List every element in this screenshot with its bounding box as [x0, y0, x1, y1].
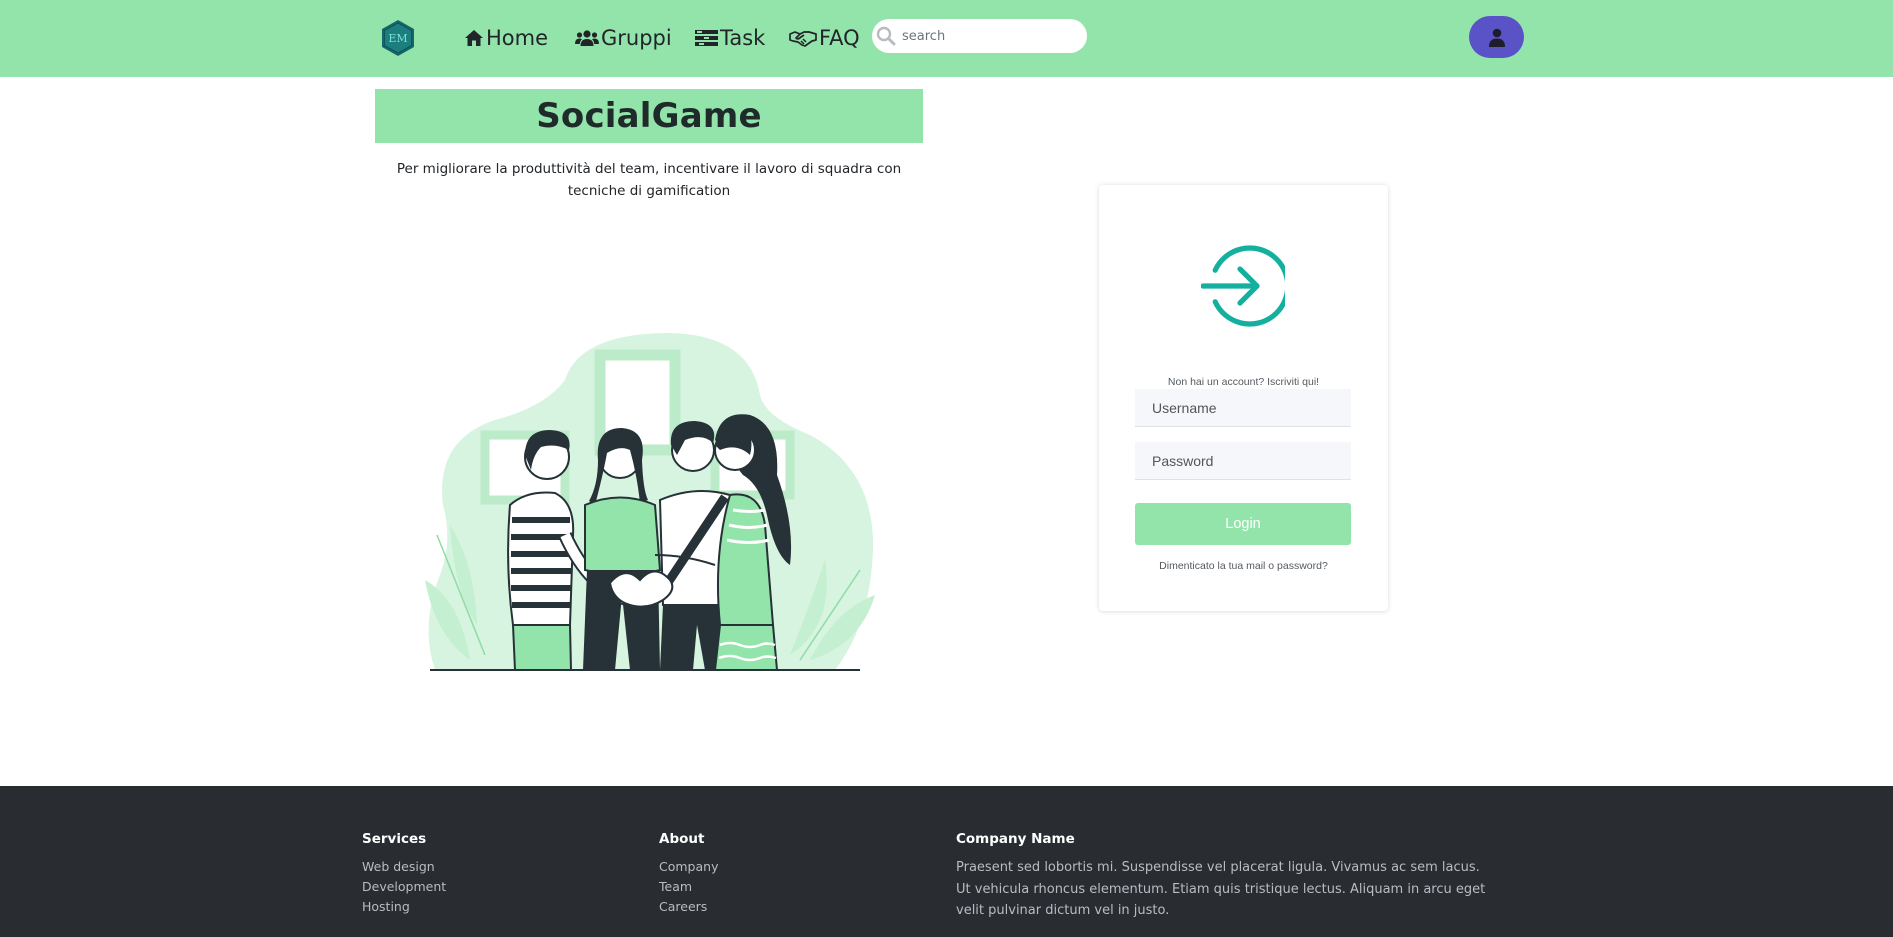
footer-services: Services Web design Development Hosting [362, 831, 446, 917]
nav-task[interactable]: Task [695, 23, 765, 53]
nav-gruppi-label: Gruppi [601, 26, 672, 50]
username-field[interactable] [1135, 389, 1351, 427]
team-hands-illustration-icon [425, 333, 875, 671]
hero-title-banner: SocialGame [375, 89, 923, 143]
footer-link-team[interactable]: Team [659, 877, 718, 897]
nav-home-label: Home [486, 26, 549, 50]
footer-link-careers[interactable]: Careers [659, 897, 718, 917]
footer-services-heading: Services [362, 831, 427, 847]
user-account-button[interactable] [1469, 16, 1524, 58]
footer-link-hosting[interactable]: Hosting [362, 897, 446, 917]
login-card: Non hai un account? Iscriviti qui! Login… [1099, 185, 1388, 611]
hero-description: Per migliorare la produttività del team,… [396, 161, 902, 199]
nav-gruppi[interactable]: Gruppi [575, 23, 672, 53]
user-icon [1488, 28, 1505, 47]
navbar: EM Home Gruppi Task FAQ search [0, 0, 1893, 77]
search-icon [876, 26, 896, 46]
password-field[interactable] [1135, 442, 1351, 480]
logo-text: EM [388, 32, 407, 45]
team-illustration [415, 325, 885, 675]
footer-link-company[interactable]: Company [659, 857, 718, 877]
hexagon-logo-icon: EM [382, 20, 414, 56]
signup-link[interactable]: Non hai un account? Iscriviti qui! [1099, 376, 1388, 388]
home-icon [465, 30, 483, 46]
footer-about: About Company Team Careers [659, 831, 718, 917]
footer-company-heading: Company Name [956, 831, 1075, 847]
page-title: SocialGame [536, 96, 762, 136]
login-button[interactable]: Login [1135, 503, 1351, 545]
users-icon [575, 30, 599, 46]
footer-company: Company Name Praesent sed lobortis mi. S… [956, 831, 1486, 922]
footer: Services Web design Development Hosting … [0, 786, 1893, 937]
footer-link-development[interactable]: Development [362, 877, 446, 897]
footer-link-web-design[interactable]: Web design [362, 857, 446, 877]
nav-home[interactable]: Home [464, 23, 548, 53]
forgot-password-link[interactable]: Dimenticato la tua mail o password? [1099, 560, 1388, 572]
footer-company-text: Praesent sed lobortis mi. Suspendisse ve… [956, 860, 1486, 918]
sign-in-icon [1201, 245, 1285, 327]
nav-task-label: Task [720, 26, 766, 50]
search-input[interactable] [902, 28, 1072, 44]
tasks-icon [695, 30, 718, 46]
search-bar [872, 19, 1087, 53]
nav-faq-label: FAQ [819, 26, 860, 50]
brand-logo[interactable]: EM [380, 19, 416, 57]
handshake-icon [789, 31, 817, 47]
footer-about-heading: About [659, 831, 705, 847]
nav-faq[interactable]: FAQ [789, 23, 860, 53]
